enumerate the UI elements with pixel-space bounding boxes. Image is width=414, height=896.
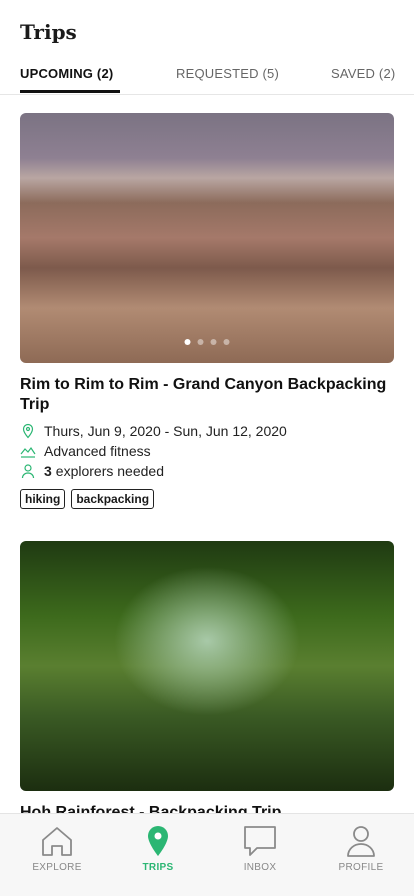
trip-title[interactable]: Rim to Rim to Rim - Grand Canyon Backpac… xyxy=(20,375,394,415)
trip-dates-text: Thurs, Jun 9, 2020 - Sun, Jun 12, 2020 xyxy=(44,423,287,439)
trip-photo[interactable] xyxy=(20,541,394,791)
carousel-dot[interactable] xyxy=(223,339,230,345)
active-tab-indicator xyxy=(20,90,120,93)
trip-tags: hiking backpacking xyxy=(20,489,394,509)
trip-dates: Thurs, Jun 9, 2020 - Sun, Jun 12, 2020 xyxy=(20,423,394,439)
nav-label-explore: EXPLORE xyxy=(32,862,82,873)
carousel-dot[interactable] xyxy=(184,339,191,345)
nav-item-profile[interactable]: PROFILE xyxy=(321,824,401,873)
user-icon xyxy=(347,826,375,857)
person-icon xyxy=(21,464,35,479)
tag-backpacking[interactable]: backpacking xyxy=(71,489,155,509)
nav-label-profile: PROFILE xyxy=(338,862,384,873)
carousel-dots xyxy=(184,339,230,345)
trip-explorers: 3 explorers needed xyxy=(20,463,394,479)
chat-icon xyxy=(244,826,276,856)
tab-requested[interactable]: REQUESTED (5) xyxy=(176,66,279,81)
trip-fitness: Advanced fitness xyxy=(20,443,394,459)
home-icon xyxy=(42,827,72,856)
nav-label-inbox: INBOX xyxy=(243,862,277,873)
trip-photo[interactable] xyxy=(20,113,394,363)
nav-item-trips[interactable]: TRIPS xyxy=(118,824,198,873)
terrain-icon xyxy=(20,446,36,458)
tab-saved[interactable]: SAVED (2) xyxy=(331,66,395,81)
nav-item-explore[interactable]: EXPLORE xyxy=(17,824,97,873)
page-title: Trips xyxy=(20,20,77,44)
explorers-count: 3 xyxy=(44,463,52,479)
location-pin-icon xyxy=(148,826,168,856)
trip-list[interactable]: Rim to Rim to Rim - Grand Canyon Backpac… xyxy=(0,95,414,815)
bottom-nav: EXPLORE TRIPS INBOX PROFILE xyxy=(0,813,414,896)
tab-upcoming[interactable]: UPCOMING (2) xyxy=(20,66,113,81)
trip-card[interactable]: Hoh Rainforest - Backpacking Trip xyxy=(20,541,394,815)
carousel-dot[interactable] xyxy=(197,339,204,345)
nav-item-inbox[interactable]: INBOX xyxy=(220,824,300,873)
location-pin-icon xyxy=(22,423,34,439)
trip-fitness-text: Advanced fitness xyxy=(44,443,151,459)
trip-card[interactable]: Rim to Rim to Rim - Grand Canyon Backpac… xyxy=(20,113,394,509)
explorers-text: explorers needed xyxy=(55,463,164,479)
trip-tabs: UPCOMING (2) REQUESTED (5) SAVED (2) xyxy=(0,64,414,95)
carousel-dot[interactable] xyxy=(210,339,217,345)
page-header: Trips xyxy=(20,20,77,44)
nav-label-trips: TRIPS xyxy=(142,862,174,873)
tag-hiking[interactable]: hiking xyxy=(20,489,66,509)
